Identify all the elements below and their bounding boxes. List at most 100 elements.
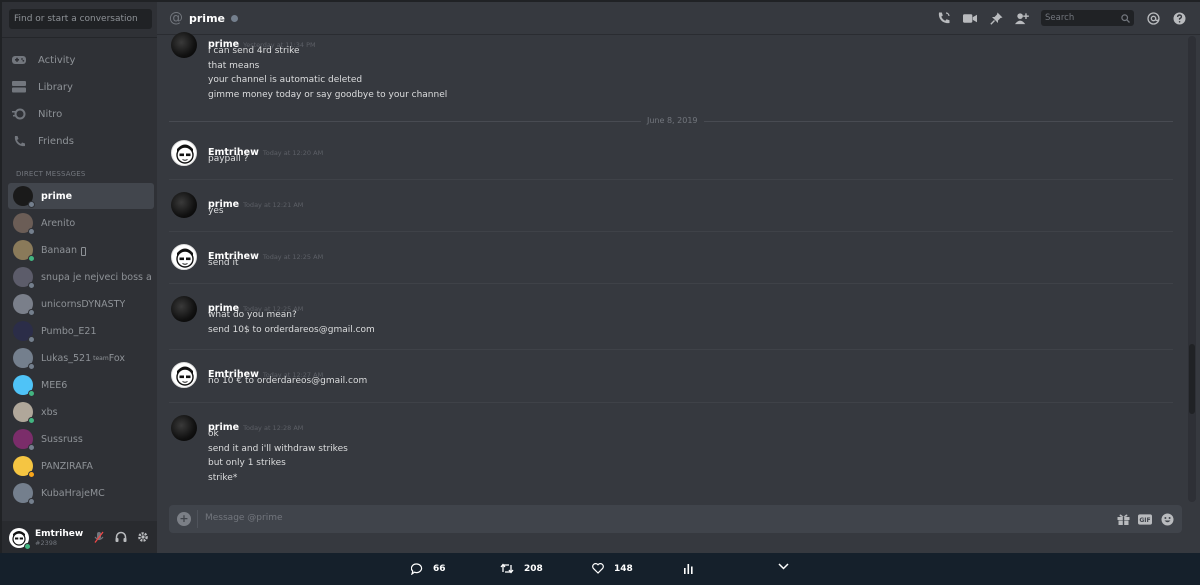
composer-tools: GIF: [1116, 511, 1174, 527]
message-text: that means: [208, 60, 260, 71]
message-separator: [169, 402, 1173, 403]
author-avatar-emtrihew[interactable]: [171, 362, 197, 388]
nav-friends[interactable]: Friends: [12, 130, 152, 152]
tweet-action-bar: 66 208 148: [0, 553, 1200, 585]
dm-item[interactable]: Lukas_521 team Fox: [8, 345, 154, 371]
dm-avatar: [13, 321, 35, 343]
user-panel: Emtrihew #2398: [2, 521, 157, 555]
chat-area: @ prime Search June 8, 2019 prime Yester…: [157, 2, 1200, 553]
status-dot: [28, 390, 35, 397]
add-friend-to-dm-icon[interactable]: [1015, 10, 1029, 26]
gift-icon[interactable]: [1116, 511, 1130, 527]
dm-item[interactable]: Banaan: [8, 237, 154, 263]
dm-item[interactable]: snupa je nejveci boss a ...: [8, 264, 154, 290]
gamepad-icon: [12, 53, 26, 67]
mentions-at-icon[interactable]: [1146, 10, 1160, 26]
dm-item[interactable]: unicornsDYNASTY: [8, 291, 154, 317]
message-group: prime Today at 12:21 AM yes: [169, 192, 1179, 222]
dm-item[interactable]: xbs: [8, 399, 154, 425]
message-group: Emtrihew Today at 12:25 AM send it: [169, 244, 1179, 274]
dm-item[interactable]: Arenito: [8, 210, 154, 236]
dm-item[interactable]: Pumbo_E21: [8, 318, 154, 344]
headphones-icon[interactable]: [115, 530, 127, 544]
nav-nitro-label: Nitro: [38, 108, 63, 120]
status-dot: [28, 309, 35, 316]
messages-scrollbar-thumb[interactable]: [1189, 344, 1195, 414]
message-text: send it and i'll withdraw strikes: [208, 443, 348, 454]
dm-item[interactable]: Sussruss: [8, 426, 154, 452]
library-icon: [12, 80, 26, 94]
chat-header: @ prime Search: [157, 2, 1200, 35]
chevron-down-icon: [778, 563, 789, 570]
start-video-call-icon[interactable]: [963, 10, 977, 26]
nav-library[interactable]: Library: [12, 76, 152, 98]
user-avatar[interactable]: [9, 528, 31, 550]
dm-name: Lukas_521: [41, 352, 92, 364]
emoji-picker-icon[interactable]: [1160, 511, 1174, 527]
upload-plus-icon[interactable]: +: [177, 512, 191, 526]
dm-avatar: [13, 267, 35, 289]
author-avatar-prime[interactable]: [171, 192, 197, 218]
message-composer[interactable]: + Message @prime GIF: [169, 505, 1182, 533]
dm-avatar: [13, 348, 35, 370]
reply-button[interactable]: 66: [411, 563, 446, 575]
message-text: paypall ?: [208, 154, 249, 164]
message-group: prime Today at 12:25 AM what do you mean? s…: [169, 296, 1179, 340]
discord-window: Find or start a conversation Activity Li…: [0, 0, 1200, 555]
header-toolbar: [937, 10, 1029, 26]
gif-picker-icon[interactable]: GIF: [1138, 511, 1152, 527]
author-avatar-prime[interactable]: [171, 415, 197, 441]
status-dot: [28, 498, 35, 505]
dm-item[interactable]: MEE6: [8, 372, 154, 398]
nitro-icon: [12, 107, 26, 121]
dm-name: xbs: [41, 406, 58, 418]
dm-name: snupa je nejveci boss a ...: [41, 271, 154, 283]
more-chevron-button[interactable]: [778, 563, 799, 570]
message-timestamp: Today at 12:28 AM: [243, 424, 304, 432]
message-timestamp: Today at 12:20 AM: [262, 149, 324, 157]
message-group: Emtrihew Today at 12:27 AM no 10 € to orde…: [169, 362, 1179, 392]
message-text: gimme money today or say goodbye to your…: [208, 89, 448, 100]
mobile-phone-icon: [81, 241, 87, 260]
messages-scrollbar-track[interactable]: [1188, 36, 1196, 502]
dm-avatar: [13, 213, 35, 235]
message-text: what do you mean?: [208, 310, 297, 320]
pinned-messages-icon[interactable]: [989, 10, 1003, 26]
dm-avatar: [13, 402, 35, 424]
find-conversation-input[interactable]: Find or start a conversation: [9, 9, 152, 29]
dm-item[interactable]: PANZIRAFA: [8, 453, 154, 479]
message-text: send 10$ to orderdareos@gmail.com: [208, 324, 375, 335]
nav-friends-label: Friends: [38, 135, 74, 147]
message-timestamp: Today at 12:25 AM: [262, 253, 324, 261]
start-voice-call-icon[interactable]: [937, 10, 951, 26]
like-button[interactable]: 148: [592, 563, 633, 574]
dm-name: MEE6: [41, 379, 68, 391]
message-text: your channel is automatic deleted: [208, 75, 363, 85]
analytics-button[interactable]: [684, 563, 703, 574]
mute-microphone-icon[interactable]: [93, 530, 105, 544]
dm-name-superscript: team: [93, 354, 109, 362]
settings-gear-icon[interactable]: [137, 530, 149, 544]
dm-item[interactable]: KubaHrajeMC: [8, 480, 154, 506]
nav-nitro[interactable]: Nitro: [12, 103, 152, 125]
header-search-input[interactable]: Search: [1041, 10, 1134, 26]
author-avatar-prime[interactable]: [171, 32, 197, 58]
author-avatar-emtrihew[interactable]: [171, 140, 197, 166]
help-question-icon[interactable]: [1172, 10, 1186, 26]
dm-avatar: [13, 294, 35, 316]
user-status-dot: [24, 543, 31, 550]
dm-name: Sussruss: [41, 433, 83, 445]
status-dot: [28, 282, 35, 289]
message-text: send it: [208, 258, 239, 268]
retweet-button[interactable]: 208: [500, 563, 543, 574]
dm-item[interactable]: prime: [8, 183, 154, 209]
author-avatar-emtrihew[interactable]: [171, 244, 197, 270]
nav-library-label: Library: [38, 81, 73, 93]
dm-sidebar: Find or start a conversation Activity Li…: [2, 2, 157, 555]
status-dot: [28, 471, 35, 478]
nav-activity[interactable]: Activity: [12, 49, 152, 71]
author-avatar-prime[interactable]: [171, 296, 197, 322]
dm-name: PANZIRAFA: [41, 460, 93, 472]
dm-avatar: [13, 240, 35, 262]
status-dot: [28, 228, 35, 235]
